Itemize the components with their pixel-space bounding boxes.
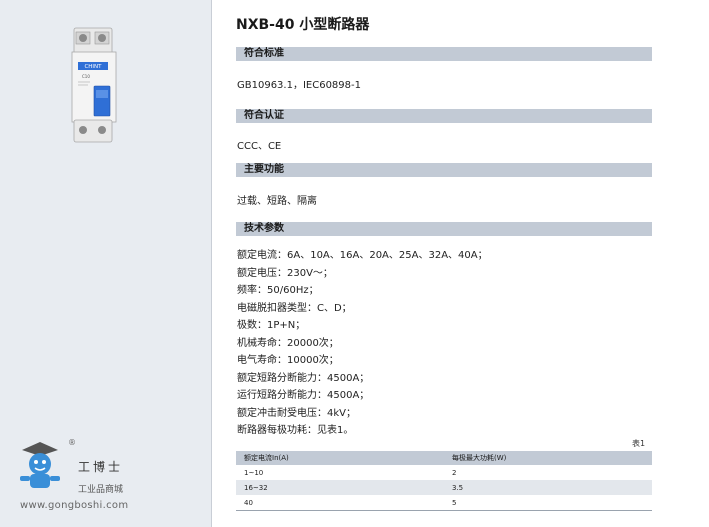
logo-brand-text: 工博士	[78, 460, 124, 474]
param-line: 机械寿命：20000次；	[237, 337, 339, 349]
param-line: 频率：50/60Hz；	[237, 285, 319, 296]
certification-text: CCC、CE	[237, 141, 282, 152]
param-line: 额定短路分断能力：4500A；	[237, 372, 370, 384]
circuit-breaker-image: CHINT C10	[71, 27, 117, 143]
param-line: 电气寿命：10000次；	[237, 355, 339, 366]
param-line: 额定电压：230V～；	[237, 267, 333, 279]
power-loss-table: 额定电流In(A) 每极最大功耗(W) 1~10 2 16~32 3.5 40 …	[236, 451, 652, 511]
param-line: 断路器每极功耗：见表1。	[237, 425, 354, 436]
param-line: 运行短路分断能力：4500A；	[237, 390, 370, 401]
logo-url[interactable]: www.gongboshi.com	[20, 500, 128, 511]
section-heading-technical: 技术参数	[236, 222, 652, 236]
param-line: 极数：1P+N；	[237, 320, 306, 331]
table-label: 表1	[632, 439, 646, 448]
table-cell: 16~32	[236, 480, 444, 495]
table-cell: 3.5	[444, 480, 652, 495]
section-heading-certification: 符合认证	[236, 109, 652, 123]
technical-parameters-list: 额定电流：6A、10A、16A、20A、25A、32A、40A； 额定电压：23…	[237, 247, 488, 440]
left-panel: CHINT C10 ® 工博士 工业品商城 www.gongboshi.com	[0, 0, 212, 527]
table-row: 16~32 3.5	[236, 480, 652, 495]
table-cell: 2	[452, 468, 457, 477]
table-cell: 5	[444, 495, 652, 511]
standards-text: GB10963.1，IEC60898-1	[237, 80, 361, 91]
gongboshi-logo[interactable]: ® 工博士 工业品商城 www.gongboshi.com	[14, 438, 174, 518]
column-header: 额定电流In(A)	[236, 451, 444, 465]
table-cell: 40	[236, 495, 444, 511]
registered-mark: ®	[68, 438, 76, 447]
mascot-icon	[20, 442, 60, 488]
param-line: 额定电流：6A、10A、16A、20A、25A、32A、40A；	[237, 250, 488, 261]
table-row: 40 5	[236, 495, 652, 511]
section-heading-functions: 主要功能	[236, 163, 652, 177]
svg-text:CHINT: CHINT	[84, 64, 102, 70]
table-cell: 1~10	[244, 468, 264, 477]
table-row: 1~10 2	[236, 465, 652, 480]
page-title: NXB-40 小型断路器	[236, 17, 370, 33]
column-header: 每极最大功耗(W)	[444, 451, 652, 465]
logo-subtitle: 工业品商城	[78, 485, 124, 495]
section-heading-standards: 符合标准	[236, 47, 652, 61]
param-line: 电磁脱扣器类型：C、D；	[237, 302, 352, 314]
svg-text:C10: C10	[82, 74, 90, 79]
functions-text: 过载、短路、隔离	[237, 196, 317, 207]
table-header-row: 额定电流In(A) 每极最大功耗(W)	[236, 451, 652, 465]
param-line: 额定冲击耐受电压：4kV；	[237, 407, 356, 419]
